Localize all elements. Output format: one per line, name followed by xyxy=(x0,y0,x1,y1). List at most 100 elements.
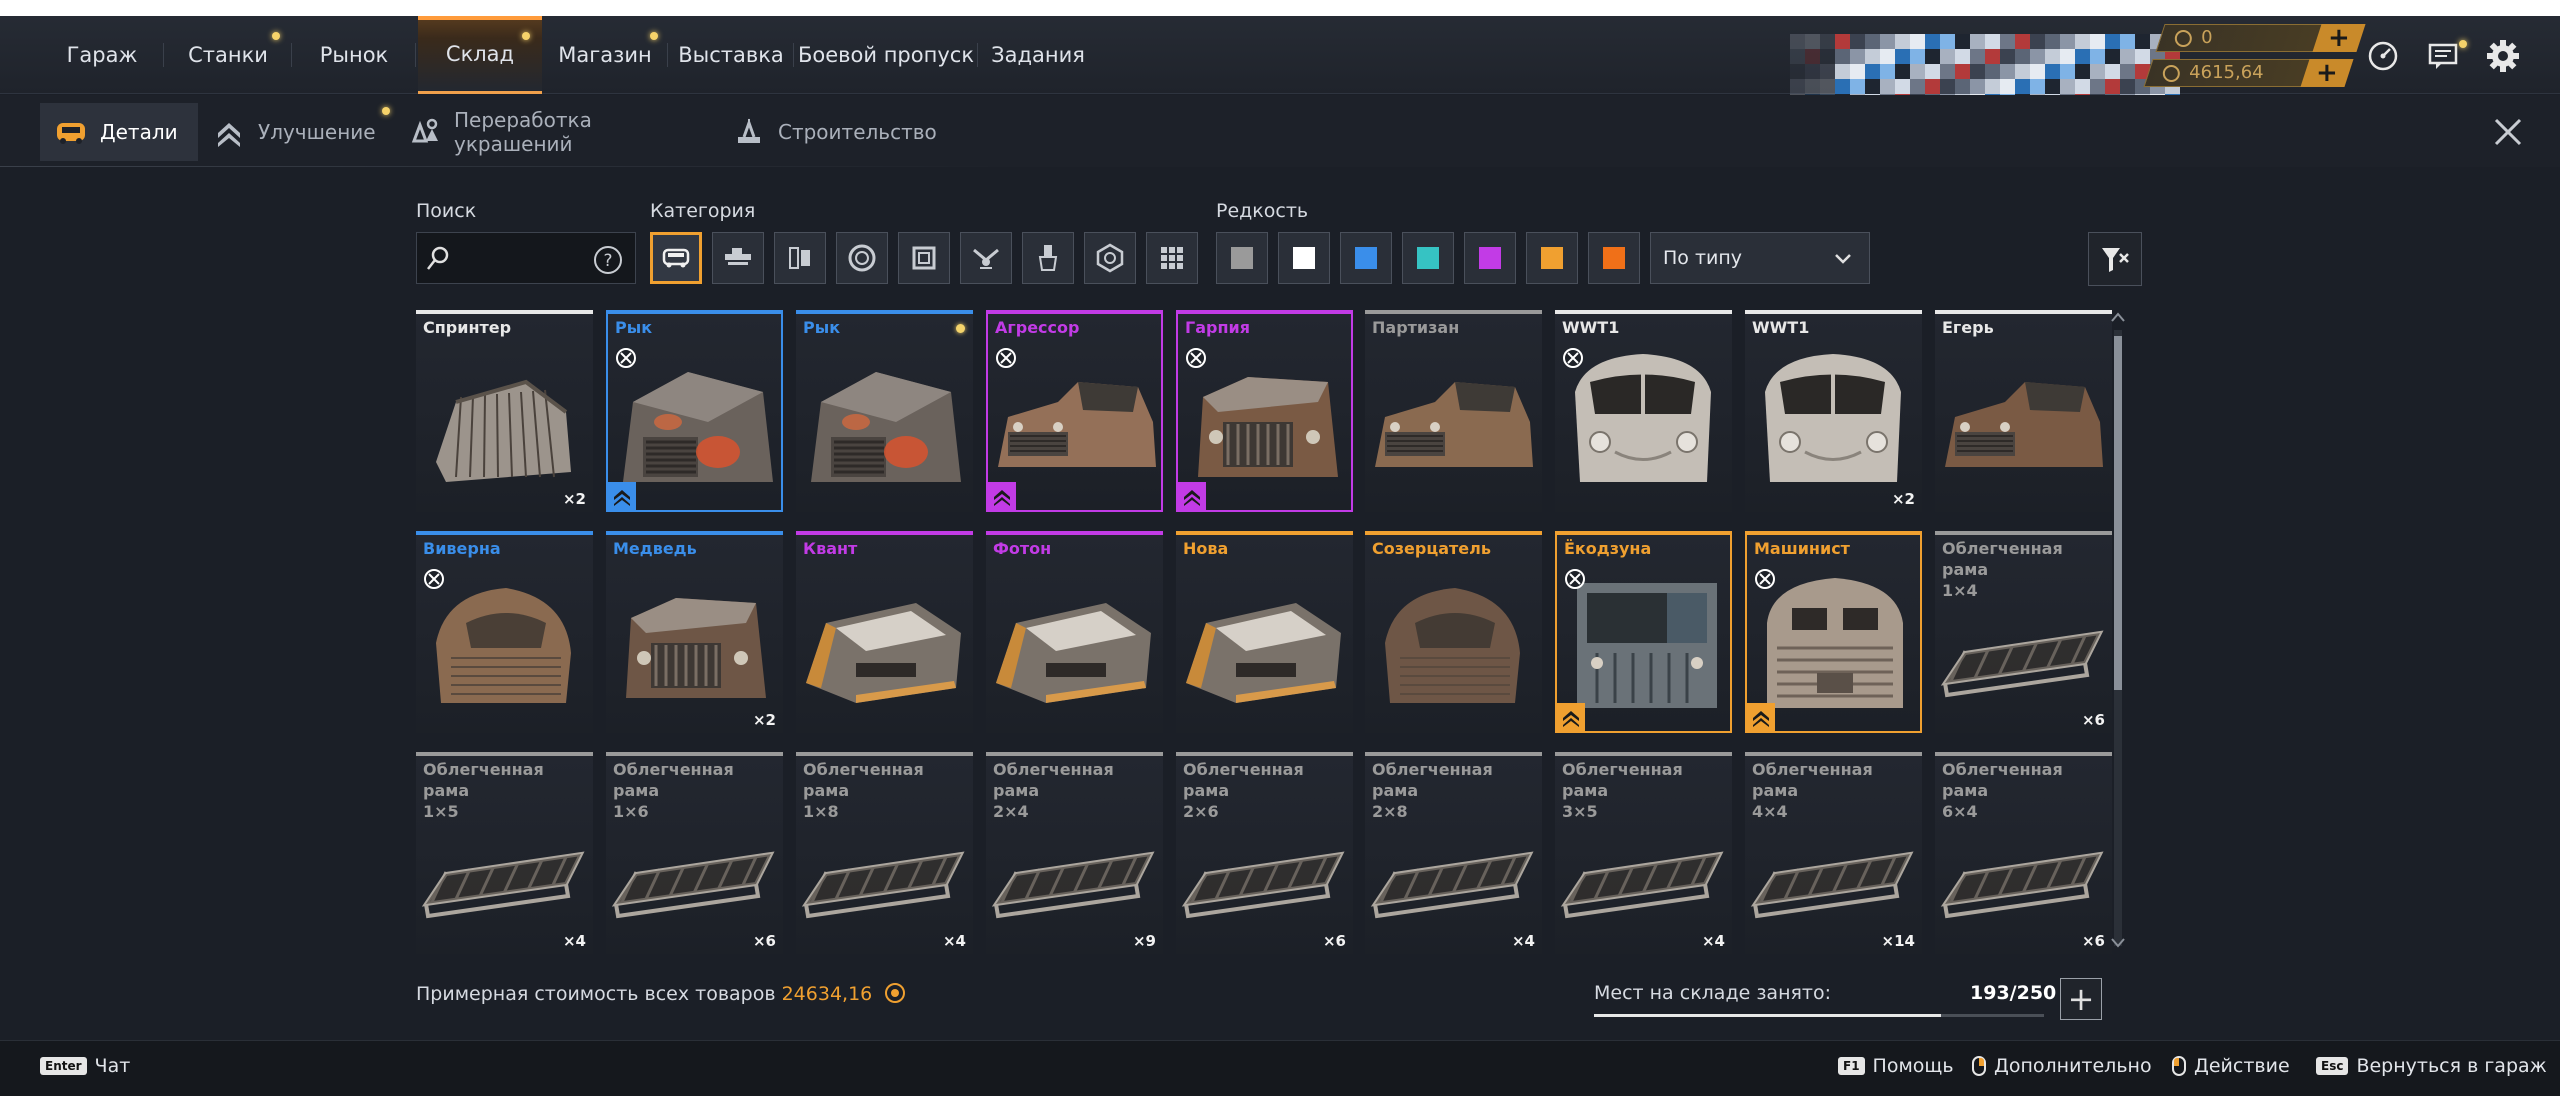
item-name: Виверна xyxy=(423,539,501,558)
item-card[interactable]: Спринтер ×2 xyxy=(416,310,593,512)
item-card[interactable]: Облегченная рама 2×8 ×4 xyxy=(1365,752,1542,954)
item-card[interactable]: WWT1 ×2 xyxy=(1745,310,1922,512)
nav-tab-garage[interactable]: Гараж xyxy=(40,16,164,94)
item-card[interactable]: Облегченная рама 4×4 ×14 xyxy=(1745,752,1922,954)
category-filter-button[interactable] xyxy=(774,232,826,284)
item-thumbnail xyxy=(996,603,1151,703)
item-card[interactable]: Рык xyxy=(606,310,783,512)
item-card[interactable]: Облегченная рама 2×4 ×9 xyxy=(986,752,1163,954)
action-hint[interactable]: Действие xyxy=(2172,1055,2290,1077)
item-card[interactable]: Облегченная рама 1×5 ×4 xyxy=(416,752,593,954)
nav-tab-exhibition[interactable]: Выставка xyxy=(668,16,794,94)
item-card[interactable]: Облегченная рама 3×5 ×4 xyxy=(1555,752,1732,954)
item-quantity: ×2 xyxy=(752,711,776,729)
scrollbar[interactable] xyxy=(2114,330,2122,946)
item-card[interactable]: Созерцатель xyxy=(1365,531,1542,733)
wheel-icon xyxy=(848,244,876,272)
category-filter-button[interactable] xyxy=(1084,232,1136,284)
item-card[interactable]: Квант xyxy=(796,531,973,733)
add-crystals-button[interactable]: + xyxy=(2300,58,2354,88)
item-card[interactable]: Облегченная рама 1×4 ×6 xyxy=(1935,531,2112,733)
rarity-filter-button[interactable] xyxy=(1216,232,1268,284)
item-card[interactable]: Облегченная рама 2×6 ×6 xyxy=(1176,752,1353,954)
rarity-filter-button[interactable] xyxy=(1588,232,1640,284)
notification-dot xyxy=(382,107,390,115)
scrollbar-thumb[interactable] xyxy=(2114,336,2122,690)
category-filter-button[interactable] xyxy=(898,232,950,284)
item-name: Рык xyxy=(615,318,653,337)
rarity-filter-button[interactable] xyxy=(1278,232,1330,284)
item-card[interactable]: Партизан xyxy=(1365,310,1542,512)
reset-filter-button[interactable] xyxy=(2088,232,2142,286)
chat-hint[interactable]: Enter Чат xyxy=(40,1055,130,1077)
subtab-decor-recycling[interactable]: Переработка украшений xyxy=(410,103,700,161)
extra-hint[interactable]: Дополнительно xyxy=(1972,1055,2152,1077)
item-card[interactable]: Гарпия xyxy=(1176,310,1353,512)
category-filter-button[interactable] xyxy=(836,232,888,284)
item-card[interactable]: Ёкодзуна xyxy=(1555,531,1732,733)
subtab-label: Строительство xyxy=(778,120,937,144)
chat-label: Чат xyxy=(94,1055,131,1077)
search-box: ? xyxy=(416,232,636,284)
nav-tab-tasks[interactable]: Задания xyxy=(978,16,1098,94)
category-filter-button[interactable] xyxy=(650,232,702,284)
nav-tab-shop[interactable]: Магазин xyxy=(542,16,668,94)
scroll-up-icon[interactable] xyxy=(2110,310,2126,324)
nav-tab-label: Магазин xyxy=(558,43,652,67)
item-card[interactable]: Облегченная рама 1×6 ×6 xyxy=(606,752,783,954)
expand-storage-button[interactable]: + xyxy=(2060,978,2102,1020)
main-nav: Гараж Станки Рынок Склад Магазин Выставк… xyxy=(0,16,2560,108)
rarity-filter-button[interactable] xyxy=(1340,232,1392,284)
item-card[interactable]: Егерь xyxy=(1935,310,2112,512)
item-card[interactable]: Виверна xyxy=(416,531,593,733)
category-filter-button[interactable] xyxy=(1146,232,1198,284)
subtab-upgrade[interactable]: Улучшение xyxy=(212,103,390,161)
grid-icon xyxy=(1161,247,1183,269)
nav-tab-market[interactable]: Рынок xyxy=(292,16,416,94)
category-filter-button[interactable] xyxy=(960,232,1012,284)
help-label: Помощь xyxy=(1872,1055,1954,1077)
nav-tab-battle-pass[interactable]: Боевой пропуск xyxy=(794,16,978,94)
rarity-filter-button[interactable] xyxy=(1402,232,1454,284)
rarity-filter-button[interactable] xyxy=(1526,232,1578,284)
item-quantity: ×2 xyxy=(562,490,586,508)
item-card[interactable]: Медведь ×2 xyxy=(606,531,783,733)
item-card[interactable]: Облегченная рама 6×4 ×6 xyxy=(1935,752,2112,954)
search-input[interactable] xyxy=(455,243,585,273)
scroll-down-icon[interactable] xyxy=(2110,936,2126,950)
item-card[interactable]: WWT1 xyxy=(1555,310,1732,512)
add-coins-button[interactable]: + xyxy=(2312,23,2366,53)
category-filter-button[interactable] xyxy=(712,232,764,284)
subtab-parts[interactable]: Детали xyxy=(40,103,198,161)
item-card[interactable]: Фотон xyxy=(986,531,1163,733)
item-name: Облегченная рама 1×5 xyxy=(423,760,544,821)
item-card[interactable]: Агрессор xyxy=(986,310,1163,512)
item-card[interactable]: Нова xyxy=(1176,531,1353,733)
speedometer-icon[interactable] xyxy=(2365,38,2401,74)
sort-dropdown[interactable]: По типу xyxy=(1650,232,1870,284)
item-name: Партизан xyxy=(1372,318,1460,337)
nav-tab-workbenches[interactable]: Станки xyxy=(164,16,292,94)
subtab-construction[interactable]: Строительство xyxy=(732,103,952,161)
close-icon[interactable] xyxy=(2490,114,2526,150)
rarity-filter-button[interactable] xyxy=(1464,232,1516,284)
nav-tab-storage[interactable]: Склад xyxy=(418,16,542,94)
back-to-garage-hint[interactable]: Esc Вернуться в гараж xyxy=(2316,1055,2547,1077)
item-name: Облегченная рама 1×8 xyxy=(803,760,924,821)
item-card[interactable]: Облегченная рама 1×8 ×4 xyxy=(796,752,973,954)
category-filter-button[interactable] xyxy=(1022,232,1074,284)
parts-icon xyxy=(54,115,88,149)
notification-dot xyxy=(650,32,658,40)
item-card[interactable]: Машинист xyxy=(1745,531,1922,733)
notification-dot xyxy=(2459,40,2467,48)
crystal-currency-icon xyxy=(2162,65,2180,82)
chat-messages-icon[interactable] xyxy=(2425,38,2467,74)
item-card[interactable]: Рык xyxy=(796,310,973,512)
item-quantity: ×14 xyxy=(1881,932,1915,950)
help-hint[interactable]: F1 Помощь xyxy=(1838,1055,1954,1077)
item-name: Егерь xyxy=(1942,318,1994,337)
item-name: Облегченная рама 2×8 xyxy=(1372,760,1493,821)
help-question-icon[interactable]: ? xyxy=(593,245,623,275)
mouse-left-icon xyxy=(2172,1056,2186,1076)
settings-gear-icon[interactable] xyxy=(2485,38,2521,74)
